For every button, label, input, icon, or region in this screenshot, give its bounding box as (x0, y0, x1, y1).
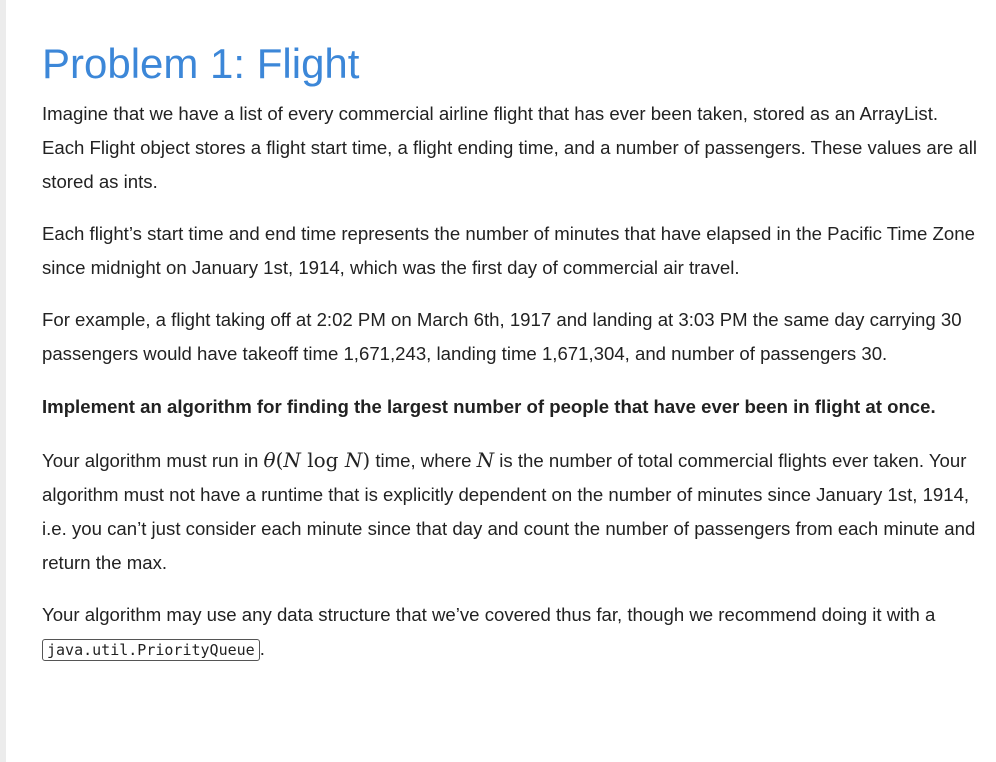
data-structure-paragraph: Your algorithm may use any data structur… (42, 598, 982, 667)
formula-close-paren: ) (362, 448, 371, 472)
page-title: Problem 1: Flight (42, 40, 360, 87)
left-border (0, 0, 6, 762)
formula-log: log (300, 448, 345, 472)
example-paragraph: For example, a flight taking off at 2:02… (42, 309, 962, 364)
final-period: . (259, 638, 265, 659)
runtime-text-middle: time, where (370, 450, 477, 471)
runtime-text-start: Your algorithm must run in (42, 450, 264, 471)
complexity-formula: θ(N log N) (264, 448, 371, 472)
runtime-requirement-paragraph: Your algorithm must run in θ(N log N) ti… (42, 443, 982, 580)
formula-n: N (283, 448, 301, 472)
priority-queue-code: java.util.PriorityQueue (42, 639, 260, 661)
problem-content: Problem 1: Flight Imagine that we have a… (42, 0, 982, 667)
time-definition-paragraph: Each flight’s start time and end time re… (42, 223, 975, 278)
theta-symbol: θ (263, 448, 276, 472)
task-statement: Implement an algorithm for finding the l… (42, 396, 936, 417)
formula-n-second: N (344, 448, 363, 472)
n-variable: N (476, 448, 495, 472)
intro-paragraph: Imagine that we have a list of every com… (42, 103, 978, 192)
data-structure-text: Your algorithm may use any data structur… (42, 604, 936, 625)
